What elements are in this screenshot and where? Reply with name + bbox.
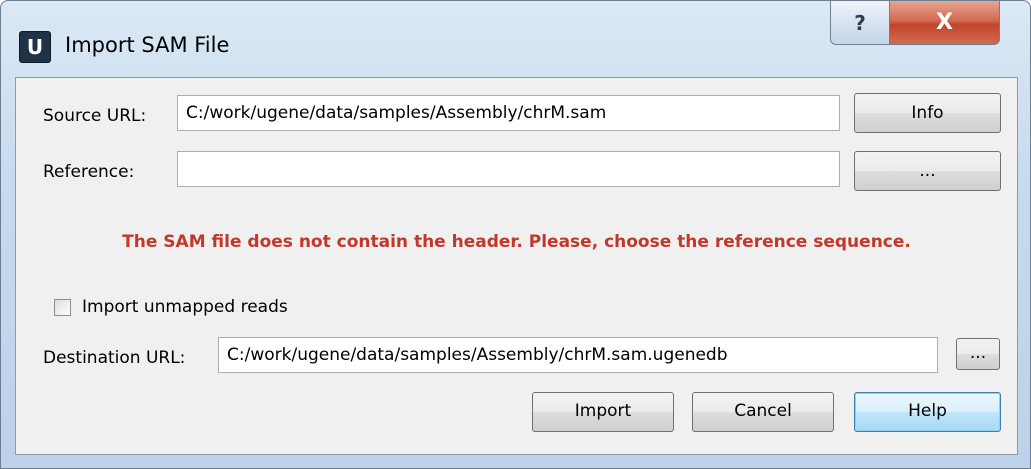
destination-url-label: Destination URL: [43,348,186,368]
source-url-label: Source URL: [43,106,147,126]
ugene-logo-icon: U [19,31,51,63]
reference-input[interactable] [177,151,840,187]
close-button[interactable]: X [890,1,1000,45]
dialog-body: Source URL: C:/work/ugene/data/samples/A… [15,77,1018,455]
destination-browse-button[interactable]: ... [956,338,1000,370]
reference-label: Reference: [43,162,135,182]
help-button[interactable]: Help [854,392,1001,432]
import-sam-dialog: U Import SAM File ? X Source URL: C:/wor… [0,0,1031,469]
close-icon: X [936,10,953,35]
caption-buttons: ? X [830,1,1000,47]
title-bar[interactable]: U Import SAM File ? X [1,1,1030,77]
reference-browse-button[interactable]: ... [854,151,1001,191]
source-url-input[interactable]: C:/work/ugene/data/samples/Assembly/chrM… [177,95,840,131]
import-unmapped-label[interactable]: Import unmapped reads [82,296,288,318]
missing-header-warning: The SAM file does not contain the header… [122,232,911,252]
window-title: Import SAM File [65,33,230,57]
question-mark-icon: ? [854,10,866,35]
info-button[interactable]: Info [854,93,1001,133]
destination-url-input[interactable]: C:/work/ugene/data/samples/Assembly/chrM… [218,337,938,373]
import-unmapped-checkbox[interactable] [54,299,71,316]
cancel-button[interactable]: Cancel [692,392,834,432]
context-help-button[interactable]: ? [830,1,890,45]
import-button[interactable]: Import [532,392,674,432]
